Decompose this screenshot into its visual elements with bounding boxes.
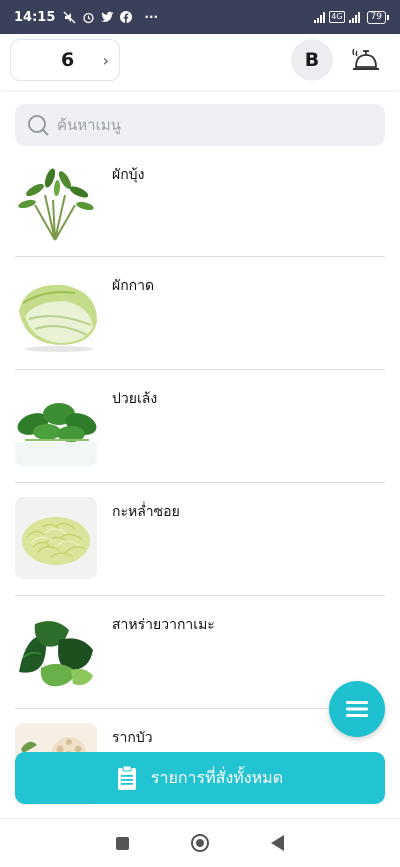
battery-icon: 79	[366, 10, 390, 24]
menu-item[interactable]: ผักกาด	[15, 257, 385, 370]
menu-item-name: ผักกาด	[112, 278, 155, 294]
call-service-button[interactable]	[348, 42, 384, 78]
menu-item[interactable]: กะหล่ำซอย	[15, 483, 385, 596]
chevron-right-icon: ›	[102, 50, 109, 70]
hamburger-icon	[346, 701, 368, 717]
recent-apps-icon[interactable]	[116, 836, 129, 850]
service-bell-icon	[352, 48, 379, 70]
table-box	[13, 41, 51, 79]
status-time: 14:15	[14, 9, 56, 25]
app-header: 6 › B	[0, 34, 400, 90]
signal-icon	[314, 11, 326, 23]
alarm-icon	[83, 12, 95, 23]
volte-icon: 4G	[329, 11, 345, 23]
menu-item[interactable]: สาหร่ายวากาเมะ	[15, 596, 385, 709]
avatar-initial: B	[304, 49, 320, 71]
all-orders-button[interactable]: รายการที่สั่งทั้งหมด	[15, 752, 385, 804]
chinese-cabbage-image	[15, 271, 97, 353]
search-input[interactable]	[57, 116, 357, 134]
search-bar	[15, 104, 385, 146]
menu-item[interactable]: ผักบุ้ง	[15, 146, 385, 257]
all-orders-label: รายการที่สั่งทั้งหมด	[150, 767, 284, 787]
menu-item-name: รากบัว	[112, 730, 153, 746]
status-bar: 14:15 ··· 4G 79	[0, 0, 400, 34]
more-dots-icon: ···	[144, 10, 159, 24]
spinach-image	[15, 384, 97, 466]
twitter-icon	[101, 11, 114, 22]
avatar[interactable]: B	[291, 39, 333, 81]
menu-item-name: กะหล่ำซอย	[112, 504, 180, 520]
signal-icon-2	[348, 11, 360, 23]
home-icon[interactable]	[191, 834, 209, 852]
mute-icon	[63, 11, 76, 23]
clipboard-icon	[117, 765, 136, 790]
facebook-icon	[120, 11, 133, 23]
menu-item-name: ปวยเล้ง	[112, 391, 158, 407]
menu-item[interactable]: ปวยเล้ง	[15, 370, 385, 483]
menu-item-name: ผักบุ้ง	[112, 167, 145, 183]
search-icon	[28, 115, 49, 136]
back-icon[interactable]	[271, 835, 284, 851]
table-selector[interactable]: 6 ›	[10, 39, 120, 81]
system-nav-bar	[0, 818, 400, 867]
morning-glory-image	[15, 160, 97, 242]
wakame-image	[15, 610, 97, 692]
status-notification-icons: ···	[63, 10, 158, 24]
menu-item-name: สาหร่ายวากาเมะ	[112, 617, 215, 633]
menu-fab-button[interactable]	[329, 681, 385, 737]
status-system-icons: 4G 79	[314, 10, 390, 24]
table-number: 6	[61, 49, 75, 71]
shredded-cabbage-image	[15, 497, 97, 579]
